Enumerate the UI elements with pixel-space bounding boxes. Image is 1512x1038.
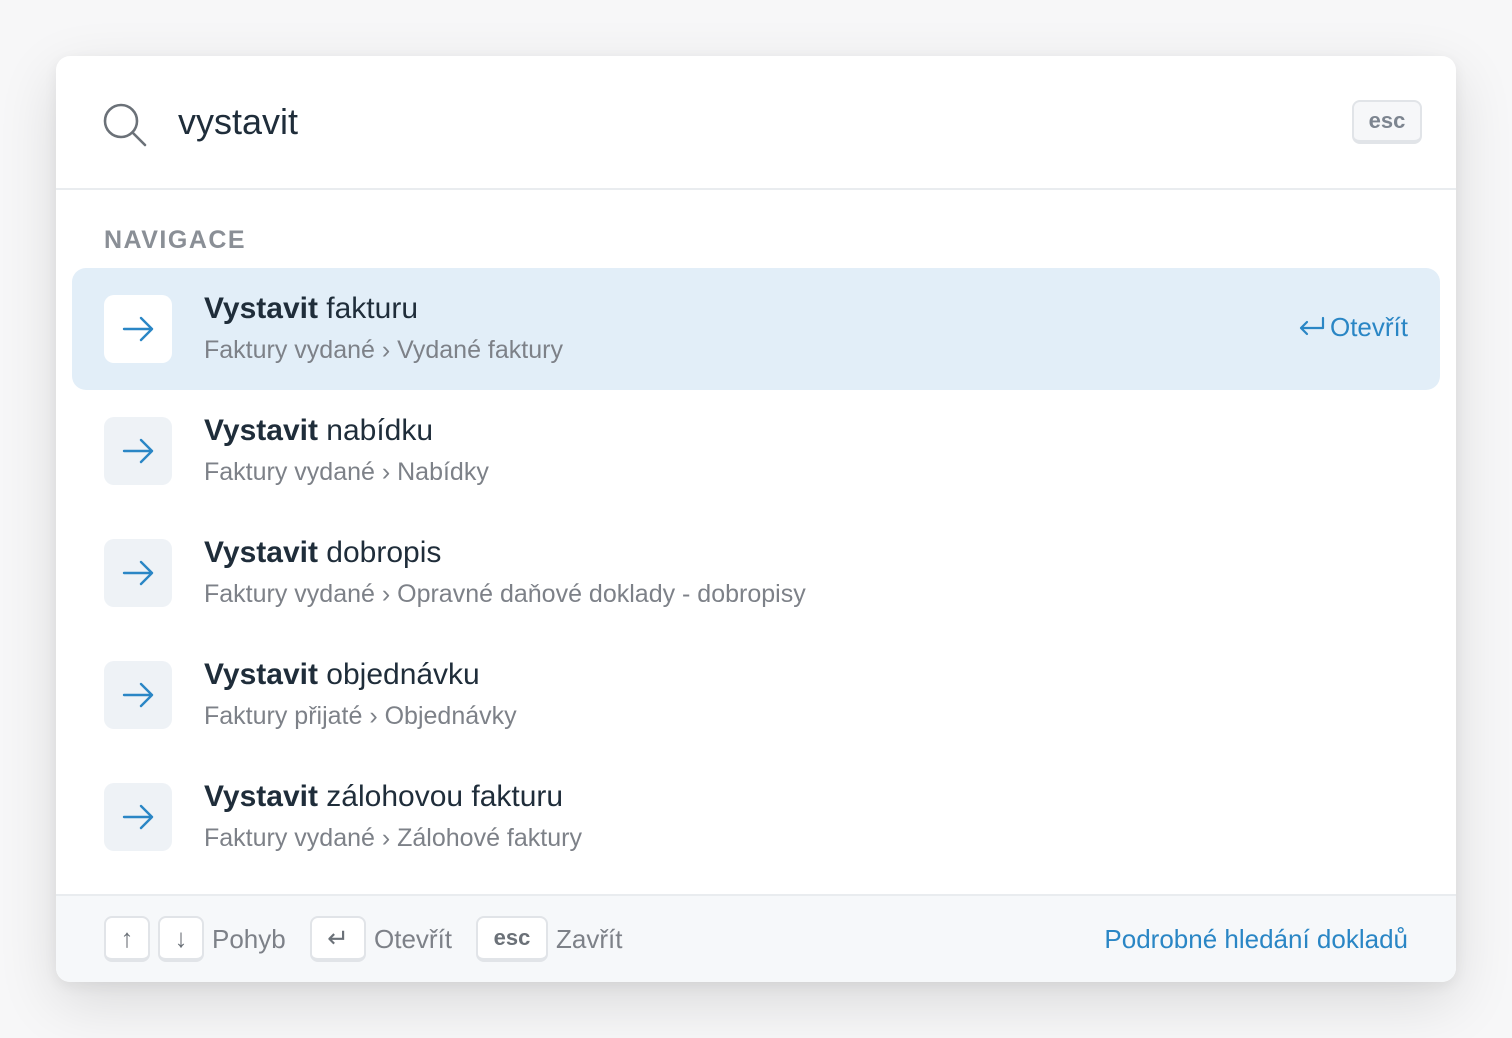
- result-title-rest: nabídku: [317, 414, 434, 447]
- result-item[interactable]: Vystavit dobropis Faktury vydané › Oprav…: [72, 512, 1440, 634]
- enter-key: ↵: [310, 916, 366, 962]
- arrow-up-key: ↑: [104, 916, 150, 962]
- search-input[interactable]: [178, 94, 1178, 150]
- arrow-right-icon: [104, 783, 172, 851]
- results-list: Vystavit fakturu Faktury vydané › Vydané…: [72, 268, 1440, 878]
- result-item[interactable]: Vystavit nabídku Faktury vydané › Nabídk…: [72, 390, 1440, 512]
- open-hint-label: Otevřít: [374, 924, 453, 954]
- open-action-label: Otevřít: [1329, 312, 1408, 342]
- command-palette: esc NAVIGACE Vystavit fakturu Faktury vy…: [56, 56, 1456, 982]
- result-item[interactable]: Vystavit zálohovou fakturu Faktury vydan…: [72, 756, 1440, 878]
- arrow-right-icon: [104, 417, 172, 485]
- result-title-rest: objednávku: [317, 658, 480, 691]
- result-path: Faktury přijaté › Objednávky: [204, 702, 517, 730]
- result-title-match: Vystavit: [204, 780, 318, 813]
- result-title-match: Vystavit: [204, 658, 318, 691]
- enter-icon: [1299, 316, 1325, 336]
- advanced-search-link[interactable]: Podrobné hledání dokladů: [1104, 924, 1408, 955]
- close-hint-label: Zavřít: [556, 924, 623, 954]
- section-title-navigation: NAVIGACE: [104, 226, 247, 254]
- move-hint-label: Pohyb: [212, 924, 286, 954]
- result-item[interactable]: Vystavit objednávku Faktury přijaté › Ob…: [72, 634, 1440, 756]
- shortcut-footer: ↑ ↓ Pohyb ↵ Otevřít esc Zavřít Podrobné …: [56, 894, 1456, 982]
- result-title: Vystavit fakturu: [204, 292, 418, 326]
- result-title-match: Vystavit: [204, 414, 318, 447]
- search-bar: esc: [56, 56, 1456, 190]
- result-title-match: Vystavit: [204, 536, 318, 569]
- result-title: Vystavit objednávku: [204, 658, 480, 692]
- result-title: Vystavit zálohovou fakturu: [204, 780, 563, 814]
- esc-key: esc: [476, 916, 548, 962]
- result-path: Faktury vydané › Vydané faktury: [204, 336, 563, 364]
- result-path: Faktury vydané › Zálohové faktury: [204, 824, 582, 852]
- search-icon: [103, 103, 147, 147]
- arrow-right-icon: [104, 539, 172, 607]
- open-action[interactable]: Otevřít: [1298, 312, 1408, 343]
- result-path: Faktury vydané › Nabídky: [204, 458, 489, 486]
- result-title: Vystavit dobropis: [204, 536, 441, 570]
- arrow-right-icon: [104, 295, 172, 363]
- result-title-rest: fakturu: [317, 292, 419, 325]
- result-title-match: Vystavit: [204, 292, 318, 325]
- arrow-down-key: ↓: [158, 916, 204, 962]
- result-path: Faktury vydané › Opravné daňové doklady …: [204, 580, 806, 608]
- result-title: Vystavit nabídku: [204, 414, 433, 448]
- result-title-rest: zálohovou fakturu: [317, 780, 564, 813]
- result-title-rest: dobropis: [317, 536, 442, 569]
- result-item[interactable]: Vystavit fakturu Faktury vydané › Vydané…: [72, 268, 1440, 390]
- arrow-right-icon: [104, 661, 172, 729]
- esc-close-button[interactable]: esc: [1352, 100, 1422, 144]
